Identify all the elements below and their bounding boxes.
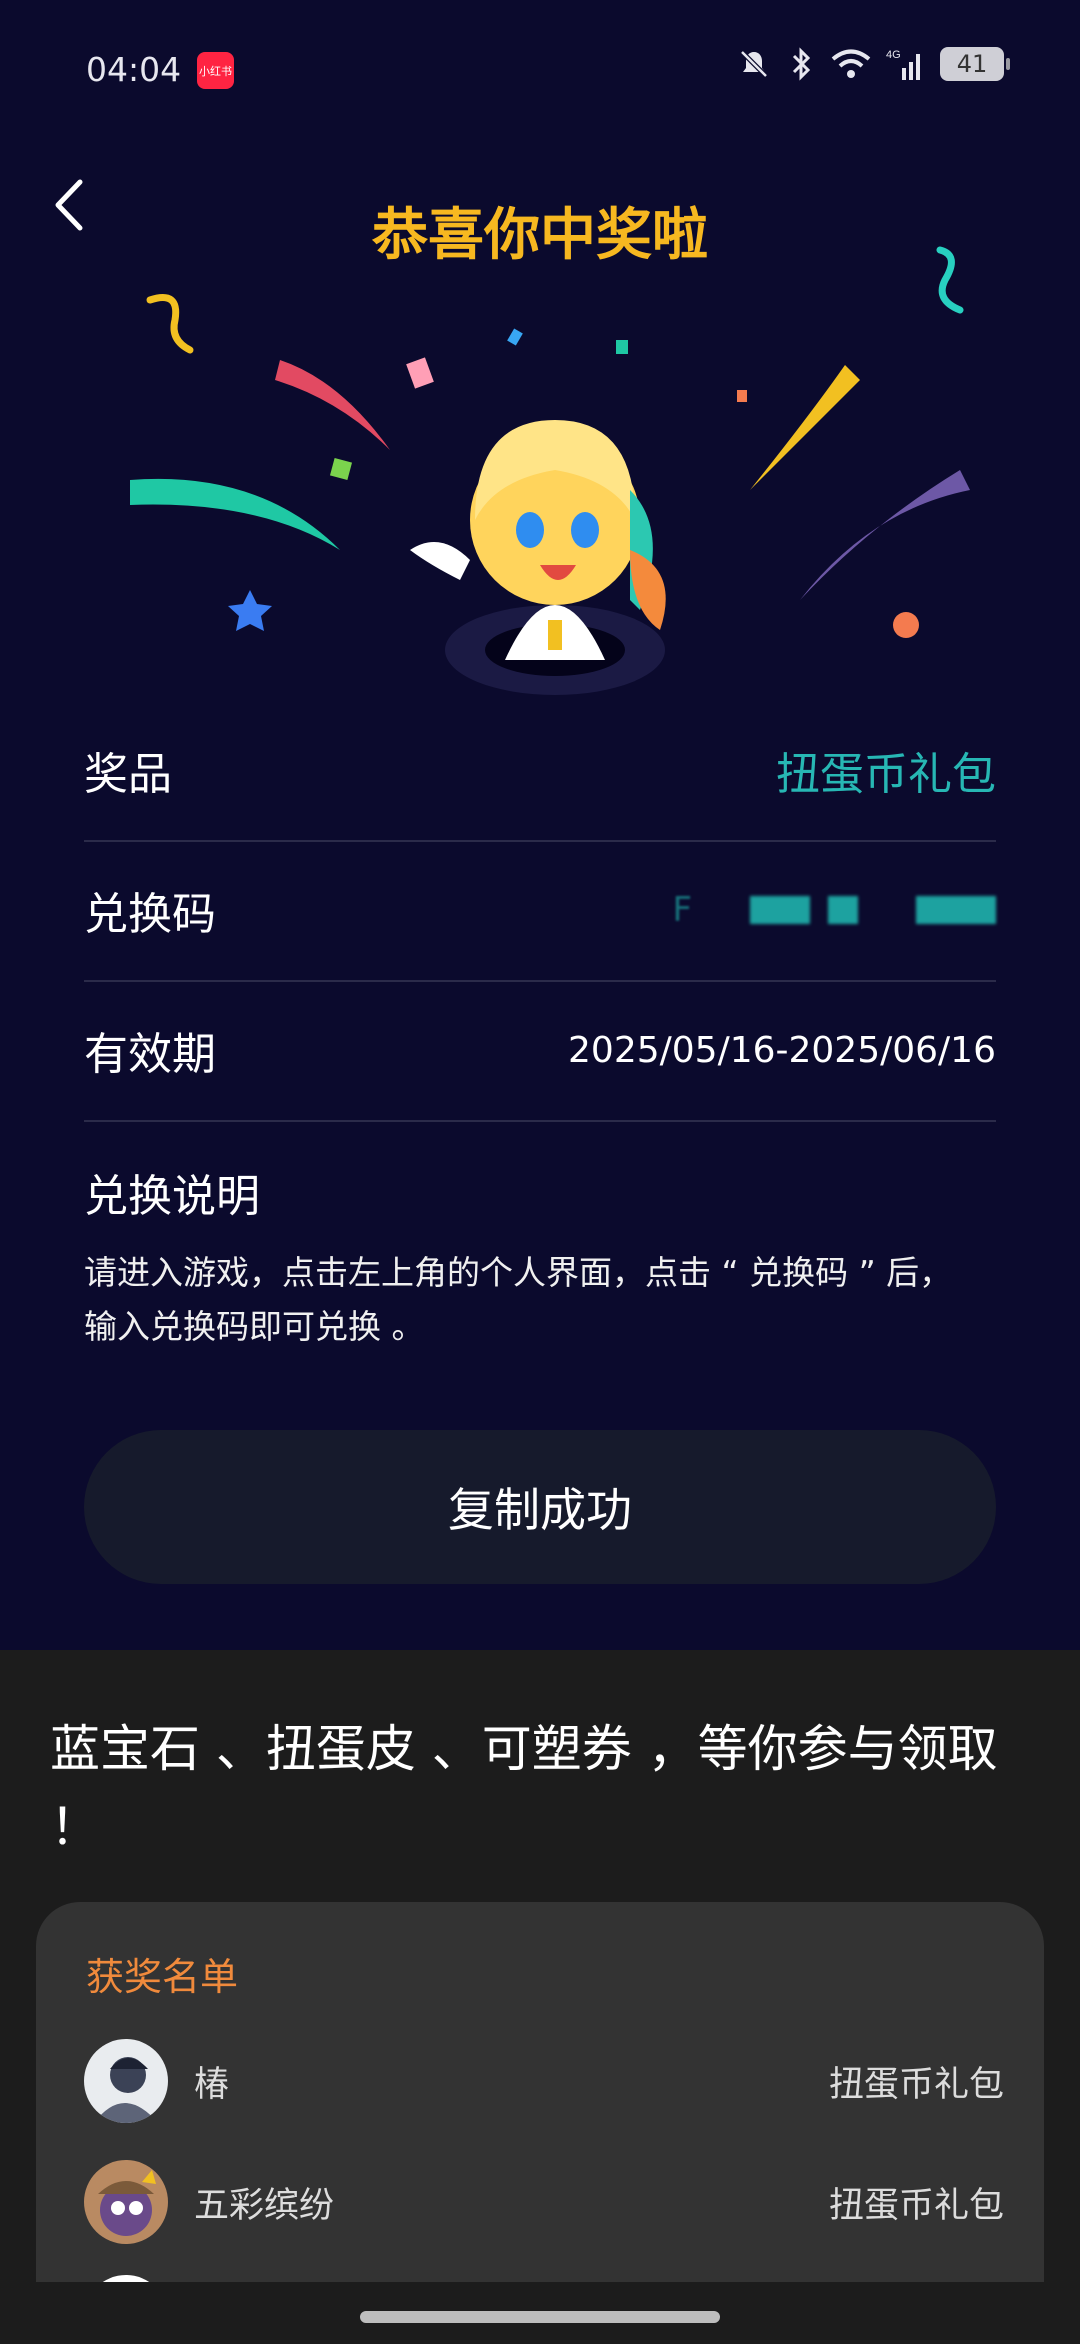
- redeem-code-prefix: F: [672, 890, 692, 930]
- winner-prize: 扭蛋币礼包: [828, 2064, 1004, 2105]
- instructions-title: 兑换说明: [84, 1171, 260, 1222]
- wifi-icon: [831, 49, 871, 78]
- code-mask: [828, 896, 858, 924]
- redeem-code-value[interactable]: F: [672, 890, 996, 930]
- validity-row: 有效期 2025/05/16-2025/06/16: [84, 980, 996, 1122]
- svg-text:4G: 4G: [886, 49, 901, 61]
- avatar: [84, 2275, 168, 2282]
- redeem-code-label: 兑换码: [84, 889, 216, 940]
- winner-name: 椿: [194, 2064, 230, 2105]
- winner-item: 五彩缤纷 扭蛋币礼包: [84, 2157, 1004, 2247]
- bluetooth-icon: [792, 47, 811, 81]
- battery-indicator: 41: [940, 47, 1010, 81]
- notification-app-icon: 小红书: [197, 52, 234, 89]
- winner-prize: 扭蛋币礼包: [828, 2185, 1004, 2226]
- code-mask: [916, 896, 996, 924]
- validity-label: 有效期: [84, 1029, 216, 1080]
- avatar: [84, 2039, 168, 2123]
- prize-value: 扭蛋币礼包: [776, 749, 996, 800]
- prize-result-panel: 04:04 小红书 4G 41 恭喜你中奖啦 奖品 扭蛋币礼包 兑换码 F 有效…: [0, 0, 1080, 1650]
- redeem-code-row[interactable]: 兑换码 F: [84, 840, 996, 982]
- winner-item: [84, 2272, 1004, 2282]
- winner-item: 椿 扭蛋币礼包: [84, 2036, 1004, 2126]
- cellular-signal-icon: 4G: [886, 49, 920, 80]
- mute-icon: [740, 50, 768, 78]
- instructions-text: 请进入游戏，点击左上角的个人界面，点击 “ 兑换码 ” 后，输入兑换码即可兑换 …: [84, 1253, 953, 1346]
- celebration-illustration: [130, 246, 970, 695]
- home-indicator[interactable]: [360, 2311, 720, 2323]
- winners-list-card: 获奖名单 椿 扭蛋币礼包 五彩缤纷 扭蛋币礼包: [36, 1902, 1044, 2282]
- mascot-character: [410, 420, 666, 695]
- code-mask: [750, 896, 810, 924]
- status-time: 04:04: [86, 50, 182, 89]
- promo-banner-text: 蓝宝石 、扭蛋皮 、可塑券 ，等你参与领取 ！: [50, 1720, 998, 1856]
- winner-name: 五彩缤纷: [194, 2185, 335, 2226]
- winners-title: 获奖名单: [86, 1955, 239, 1999]
- prize-label: 奖品: [84, 749, 172, 800]
- status-icons: 4G 41: [736, 46, 1010, 82]
- prize-row: 奖品 扭蛋币礼包: [84, 700, 996, 842]
- validity-value: 2025/05/16-2025/06/16: [568, 1029, 996, 1071]
- copy-success-button[interactable]: 复制成功: [84, 1430, 996, 1584]
- avatar: [84, 2160, 168, 2244]
